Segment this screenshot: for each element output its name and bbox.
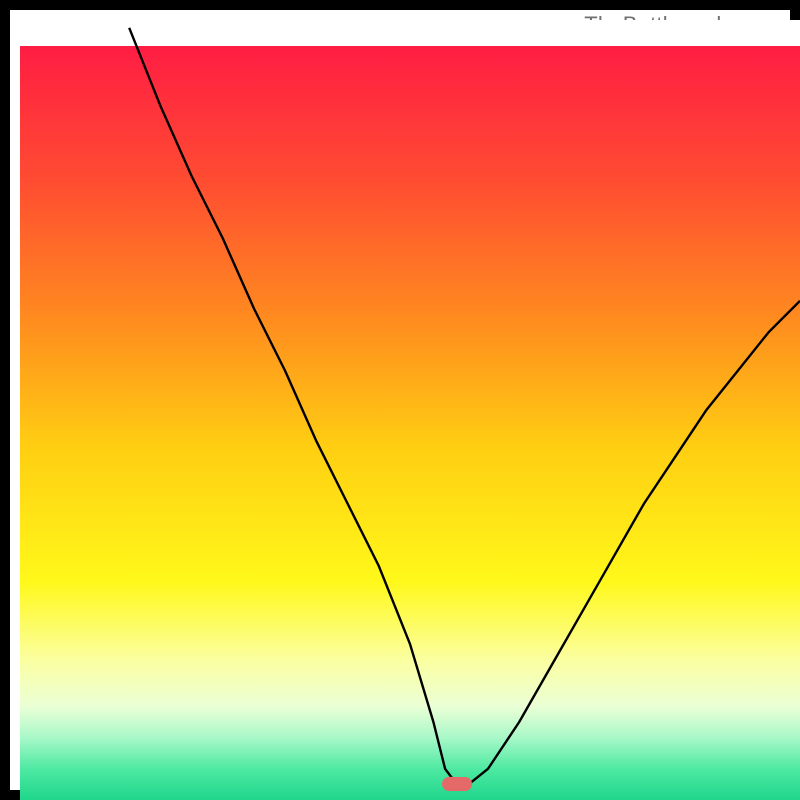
curve-svg [20, 20, 800, 800]
plot-area [20, 20, 800, 800]
bottleneck-marker [442, 777, 472, 791]
bottleneck-curve [129, 28, 800, 785]
chart-frame: TheBottleneck.com [0, 0, 800, 800]
